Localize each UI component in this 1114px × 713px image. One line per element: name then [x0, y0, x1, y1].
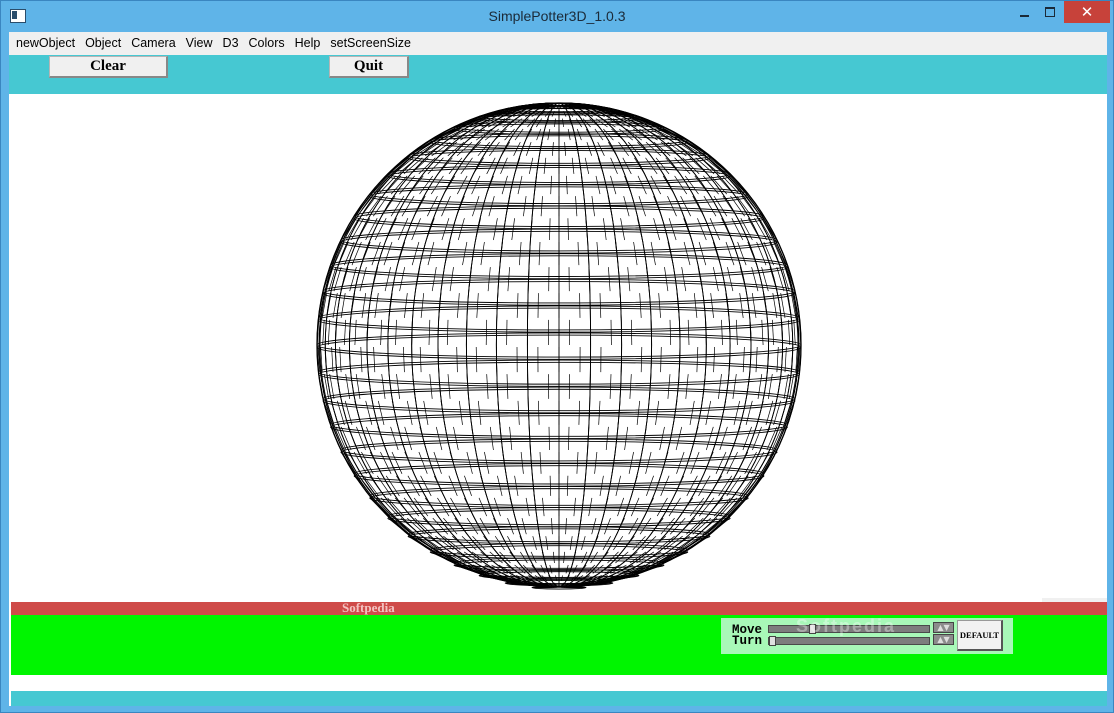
3d-viewport[interactable]	[9, 94, 1107, 664]
menu-newobject[interactable]: newObject	[9, 32, 80, 55]
menu-camera[interactable]: Camera	[126, 32, 180, 55]
minimize-button[interactable]	[1011, 1, 1037, 23]
maximize-icon	[1045, 7, 1055, 17]
spacer-bar	[11, 675, 1107, 691]
move-spin-button[interactable]: ▲▼	[933, 622, 954, 633]
control-bar: Move Turn ▲▼ ▲▼ DEFAULT Softpedia	[11, 615, 1107, 675]
turn-slider[interactable]	[768, 636, 930, 646]
turn-spin-button[interactable]: ▲▼	[933, 634, 954, 645]
app-window: SimplePotter3D_1.0.3 ✕ newObject Object …	[0, 0, 1114, 713]
menu-d3[interactable]: D3	[218, 32, 244, 55]
toolbar: Clear Quit	[9, 55, 1107, 94]
watermark-text: Softpedia	[342, 600, 395, 615]
camera-control-panel: Move Turn ▲▼ ▲▼ DEFAULT Softpedia	[721, 616, 1013, 654]
menu-colors[interactable]: Colors	[244, 32, 290, 55]
move-slider[interactable]	[768, 624, 930, 634]
client-area: newObject Object Camera View D3 Colors H…	[9, 32, 1107, 706]
maximize-button[interactable]	[1037, 1, 1063, 23]
menu-object[interactable]: Object	[80, 32, 126, 55]
clear-button[interactable]: Clear	[49, 56, 168, 78]
close-button[interactable]: ✕	[1064, 1, 1110, 23]
bottom-bar	[11, 691, 1107, 706]
turn-label: Turn	[732, 634, 763, 648]
turn-slider-thumb[interactable]	[769, 636, 776, 646]
title-bar[interactable]: SimplePotter3D_1.0.3 ✕	[1, 1, 1113, 32]
menu-setscreensize[interactable]: setScreenSize	[325, 32, 416, 55]
status-bar: Softpedia	[11, 600, 1107, 615]
minimize-icon	[1019, 15, 1029, 17]
close-icon: ✕	[1080, 4, 1094, 21]
window-title: SimplePotter3D_1.0.3	[488, 8, 626, 24]
sphere-wireframe	[316, 102, 802, 590]
move-slider-thumb[interactable]	[809, 624, 816, 634]
quit-button[interactable]: Quit	[329, 56, 409, 78]
default-button[interactable]: DEFAULT	[957, 620, 1003, 651]
menu-view[interactable]: View	[181, 32, 218, 55]
menu-help[interactable]: Help	[290, 32, 326, 55]
menu-bar: newObject Object Camera View D3 Colors H…	[9, 32, 1107, 55]
